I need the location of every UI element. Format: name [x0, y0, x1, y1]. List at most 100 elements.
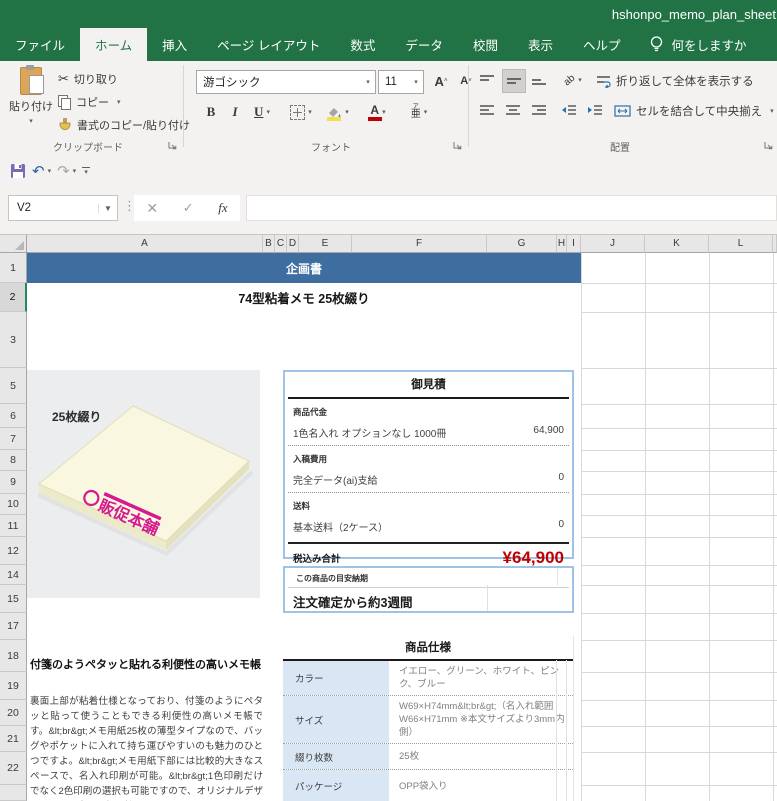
decrease-indent-button[interactable]: [558, 99, 580, 121]
column-header-B[interactable]: B: [263, 235, 275, 253]
increase-indent-button[interactable]: [584, 99, 606, 121]
row-header-22[interactable]: 22: [0, 752, 27, 785]
shrink-font-button[interactable]: A ˅: [455, 70, 477, 92]
row-header-partial[interactable]: [0, 785, 27, 801]
column-header-E[interactable]: E: [299, 235, 352, 253]
group-separator: [183, 65, 184, 147]
chevron-down-icon: ▾: [414, 79, 418, 86]
row-header-1[interactable]: 1: [0, 253, 27, 283]
formula-input[interactable]: [246, 195, 777, 221]
tab-ヘルプ[interactable]: ヘルプ: [568, 28, 636, 61]
insert-function-icon[interactable]: fx: [218, 200, 227, 216]
estimate-table[interactable]: 御見積 商品代金 1色名入れ オプションなし 1000冊 64,900 入稿費用 完全デ…: [283, 370, 574, 567]
column-header-C[interactable]: C: [275, 235, 287, 253]
align-right-button[interactable]: [528, 99, 550, 121]
row-header-11[interactable]: 11: [0, 515, 27, 537]
copy-button[interactable]: コピー: [58, 94, 121, 110]
font-dialog-launcher-icon[interactable]: [452, 140, 463, 151]
borders-button[interactable]: [286, 101, 316, 123]
bold-button[interactable]: B: [200, 101, 222, 123]
spec-table[interactable]: 商品仕様 カラー イエロー、グリーン、ホワイト、ピンク、ブルー サイズ W69×H74…: [283, 636, 574, 801]
row-header-5[interactable]: 5: [0, 368, 27, 404]
tab-挿入[interactable]: 挿入: [147, 28, 202, 61]
cell-product-title[interactable]: 74型粘着メモ 25枚綴り: [27, 283, 581, 312]
column-header-G[interactable]: G: [487, 235, 557, 253]
delivery-box[interactable]: この商品の目安納期 注文確定から約3週間: [283, 566, 574, 613]
alignment-dialog-launcher-icon[interactable]: [763, 140, 774, 151]
gridline: [581, 565, 777, 566]
tab-ファイル[interactable]: ファイル: [0, 28, 80, 61]
row-header-8[interactable]: 8: [0, 450, 27, 471]
phonetic-guide-button[interactable]: ア 亜: [404, 101, 434, 123]
copy-icon: [58, 95, 71, 110]
tab-ページ レイアウト[interactable]: ページ レイアウト: [202, 28, 335, 61]
row-header-17[interactable]: 17: [0, 613, 27, 640]
customize-qat-button[interactable]: ▾: [82, 166, 91, 176]
cancel-icon[interactable]: ✕: [146, 200, 158, 217]
row-header-2[interactable]: 2: [0, 283, 27, 312]
column-header-H[interactable]: H: [557, 235, 567, 253]
clipboard-dialog-launcher-icon[interactable]: [167, 140, 178, 151]
italic-button[interactable]: I: [224, 101, 246, 123]
row-header-21[interactable]: 21: [0, 726, 27, 752]
description-body[interactable]: 裏面上部が粘着仕様となっており、付箋のようにペタッと貼って使うこともできる利便性…: [30, 694, 263, 801]
merge-center-button[interactable]: セルを結合して中央揃え: [614, 103, 774, 119]
tab-データ[interactable]: データ: [390, 28, 458, 61]
wrap-text-button[interactable]: 折り返して全体を表示する: [596, 73, 754, 89]
undo-button[interactable]: ↶: [32, 162, 51, 180]
align-center-button[interactable]: [502, 99, 524, 121]
grow-font-button[interactable]: A ˄: [430, 70, 452, 92]
tab-ホーム[interactable]: ホーム: [80, 28, 148, 61]
estimate-amount: 0: [558, 472, 564, 483]
align-left-button[interactable]: [476, 99, 498, 121]
row-header-20[interactable]: 20: [0, 700, 27, 726]
spec-label: パッケージ: [283, 770, 389, 801]
enter-icon[interactable]: ✓: [183, 200, 194, 216]
row-header-12[interactable]: 12: [0, 537, 27, 565]
format-painter-button[interactable]: 書式のコピー/貼り付け: [58, 117, 190, 133]
tab-校閲[interactable]: 校閲: [458, 28, 513, 61]
row-header-18[interactable]: 18: [0, 640, 27, 672]
underline-button[interactable]: U: [246, 101, 278, 123]
row-header-6[interactable]: 6: [0, 404, 27, 428]
orientation-button[interactable]: ab: [558, 69, 588, 91]
row-header-19[interactable]: 19: [0, 672, 27, 700]
row-header-14[interactable]: 14: [0, 565, 27, 585]
row-header-3[interactable]: 3: [0, 312, 27, 368]
column-header-I[interactable]: I: [567, 235, 581, 253]
tell-me-search[interactable]: 何をしますか: [649, 28, 747, 61]
gridline: [581, 515, 777, 516]
paste-button[interactable]: 貼り付け ▾: [8, 65, 54, 125]
column-header-D[interactable]: D: [287, 235, 299, 253]
font-name-select[interactable]: 游ゴシック ▾: [196, 70, 376, 94]
column-header-F[interactable]: F: [352, 235, 487, 253]
column-header-L[interactable]: L: [709, 235, 773, 253]
align-top-button[interactable]: [476, 69, 498, 91]
row-header-7[interactable]: 7: [0, 428, 27, 450]
column-header-partial[interactable]: [773, 235, 777, 253]
name-box[interactable]: V2 ▼: [8, 195, 118, 221]
select-all-corner[interactable]: [0, 235, 27, 253]
column-header-J[interactable]: J: [581, 235, 645, 253]
row-header-10[interactable]: 10: [0, 494, 27, 515]
estimate-item: 完全データ(ai)支給: [293, 476, 378, 487]
tab-数式[interactable]: 数式: [335, 28, 390, 61]
product-image[interactable]: 販促本舗 25枚綴り: [27, 370, 260, 598]
spec-row-カラー: カラー イエロー、グリーン、ホワイト、ピンク、ブルー: [283, 661, 573, 696]
column-header-A[interactable]: A: [27, 235, 263, 253]
fill-color-button[interactable]: [322, 101, 354, 123]
tab-表示[interactable]: 表示: [513, 28, 568, 61]
formula-bar-handle[interactable]: ⋮: [123, 198, 136, 214]
cut-button[interactable]: ✂ 切り取り: [58, 71, 118, 87]
save-icon[interactable]: [10, 163, 26, 179]
cell-banner-title[interactable]: 企画書: [27, 253, 581, 283]
column-header-K[interactable]: K: [645, 235, 709, 253]
redo-button[interactable]: ↷: [57, 162, 76, 180]
font-size-select[interactable]: 11 ▾: [378, 70, 424, 94]
row-header-15[interactable]: 15: [0, 585, 27, 613]
description-heading[interactable]: 付箋のようペタッと貼れる利便性の高いメモ帳: [30, 656, 270, 672]
align-bottom-button[interactable]: [528, 69, 550, 91]
font-color-button[interactable]: A: [362, 101, 394, 123]
row-header-9[interactable]: 9: [0, 471, 27, 494]
align-middle-button[interactable]: [502, 69, 526, 93]
